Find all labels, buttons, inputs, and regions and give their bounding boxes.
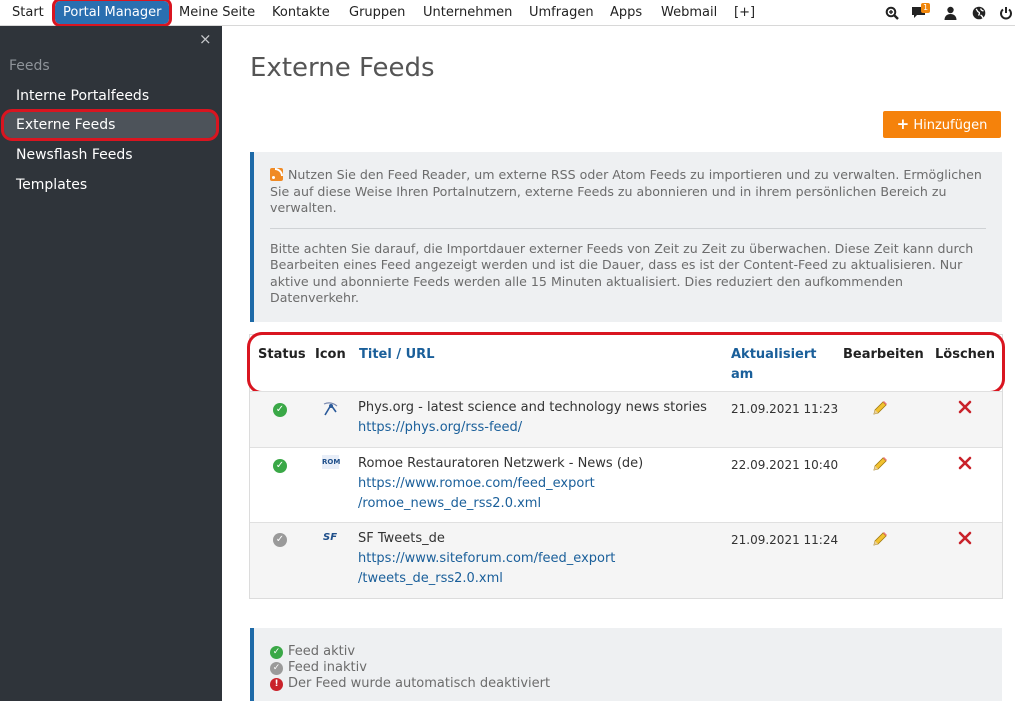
rss-icon	[270, 168, 283, 181]
feed-updated-date: 22.09.2021 10:40	[731, 458, 839, 472]
info-paragraph-2: Bitte achten Sie darauf, die Importdauer…	[270, 240, 974, 306]
legend-active: ✓ Feed aktiv	[270, 644, 1002, 660]
edit-pencil-icon[interactable]	[871, 455, 889, 473]
legend-error-label: Der Feed wurde automatisch deaktiviert	[288, 676, 551, 691]
info-text-1: Nutzen Sie den Feed Reader, um externe R…	[270, 167, 982, 215]
delete-x-icon[interactable]	[957, 455, 975, 473]
nav-umfragen[interactable]: Umfragen	[529, 0, 594, 25]
nav-meine-seite[interactable]: Meine Seite	[179, 0, 255, 25]
add-button-label: Hinzufügen	[913, 118, 988, 133]
nav-portal-manager[interactable]: Portal Manager	[51, 0, 173, 27]
nav-kontakte[interactable]: Kontakte	[272, 0, 330, 25]
sidebar-close-icon[interactable]: ×	[199, 30, 212, 48]
nav-webmail[interactable]: Webmail	[661, 0, 717, 25]
feed-url-link[interactable]: https://www.siteforum.com/feed_export	[358, 549, 615, 569]
info-box: Nutzen Sie den Feed Reader, um externe R…	[250, 152, 1002, 322]
status-error-icon: !	[270, 677, 283, 691]
search-zoom-icon[interactable]	[884, 5, 899, 20]
header-delete: Löschen	[935, 347, 995, 362]
nav-more[interactable]: [+]	[734, 0, 755, 25]
edit-pencil-icon[interactable]	[871, 530, 889, 548]
sidebar-item-interne-portalfeeds[interactable]: Interne Portalfeeds	[4, 83, 216, 109]
delete-x-icon[interactable]	[957, 530, 975, 548]
info-paragraph-1: Nutzen Sie den Feed Reader, um externe R…	[270, 167, 986, 217]
sidebar-item-externe-feeds[interactable]: Externe Feeds	[1, 109, 219, 141]
header-status: Status	[258, 347, 306, 362]
legend-error: ! Der Feed wurde automatisch deaktiviert	[270, 676, 1002, 692]
header-icon: Icon	[315, 347, 346, 362]
status-inactive-icon: ✓	[270, 661, 283, 675]
feed-title: SF Tweets_de	[358, 531, 445, 546]
power-icon[interactable]	[998, 5, 1013, 20]
feed-updated-date: 21.09.2021 11:23	[731, 402, 839, 416]
siteforum-icon: SF	[323, 532, 338, 543]
nav-start[interactable]: Start	[12, 0, 44, 25]
feed-url-link[interactable]: https://phys.org/rss-feed/	[358, 418, 522, 438]
feed-title: Phys.org - latest science and technology…	[358, 400, 707, 415]
header-updated-line1: Aktualisiert	[731, 347, 817, 362]
sort-updated-link[interactable]: Aktualisiert am	[731, 345, 817, 385]
feed-title: Romoe Restauratoren Netzwerk - News (de)	[358, 456, 644, 471]
sort-url-link[interactable]: URL	[406, 347, 435, 362]
notification-badge: 1	[921, 3, 931, 13]
header-separator: /	[391, 347, 406, 362]
status-active-icon: ✓	[273, 403, 287, 417]
sort-title-link[interactable]: Titel	[359, 347, 392, 362]
header-updated-line2: am	[731, 367, 754, 382]
info-divider	[270, 227, 986, 229]
status-active-icon: ✓	[270, 645, 283, 659]
feed-url-link-cont[interactable]: /romoe_news_de_rss2.0.xml	[358, 494, 541, 514]
sidebar-item-newsflash-feeds[interactable]: Newsflash Feeds	[4, 142, 216, 168]
sidebar-section-title: Feeds	[9, 58, 50, 74]
nav-gruppen[interactable]: Gruppen	[349, 0, 405, 25]
nav-unternehmen[interactable]: Unternehmen	[423, 0, 512, 25]
delete-x-icon[interactable]	[957, 399, 975, 417]
status-active-icon: ✓	[273, 459, 287, 473]
plus-icon: +	[896, 115, 910, 133]
feed-updated-date: 21.09.2021 11:24	[731, 533, 839, 547]
table-row: ✓ SF SF Tweets_de https://www.siteforum.…	[250, 522, 1002, 598]
add-feed-button[interactable]: + Hinzufügen	[883, 111, 1001, 138]
user-icon[interactable]	[943, 5, 958, 20]
page-title: Externe Feeds	[250, 53, 435, 83]
legend-inactive: ✓ Feed inaktiv	[270, 660, 1002, 676]
legend-active-label: Feed aktiv	[288, 644, 356, 659]
romoe-icon: ROM	[322, 455, 340, 469]
sidebar: × Feeds Interne Portalfeeds Externe Feed…	[0, 26, 222, 701]
table-row: ✓ ROM Romoe Restauratoren Netzwerk - New…	[250, 447, 1002, 522]
feeds-table: Status Icon Titel / URL Aktualisiert am …	[247, 332, 1005, 599]
table-header: Status Icon Titel / URL Aktualisiert am …	[247, 332, 1005, 394]
header-title-url: Titel / URL	[359, 345, 434, 365]
legend-inactive-label: Feed inaktiv	[288, 660, 367, 675]
header-edit: Bearbeiten	[843, 347, 924, 362]
globe-icon[interactable]	[971, 5, 986, 20]
top-navigation: Start Portal Manager Meine Seite Kontakt…	[0, 0, 1015, 27]
phys-org-icon	[322, 400, 340, 421]
status-inactive-icon: ✓	[273, 533, 287, 547]
status-legend: ✓ Feed aktiv ✓ Feed inaktiv ! Der Feed w…	[250, 628, 1002, 701]
edit-pencil-icon[interactable]	[871, 399, 889, 417]
table-row: ✓ Phys.org - latest science and technolo…	[250, 391, 1002, 447]
nav-apps[interactable]: Apps	[610, 0, 642, 25]
sidebar-item-templates[interactable]: Templates	[4, 172, 216, 198]
feed-url-link-cont[interactable]: /tweets_de_rss2.0.xml	[358, 569, 503, 589]
feed-url-link[interactable]: https://www.romoe.com/feed_export	[358, 474, 595, 494]
